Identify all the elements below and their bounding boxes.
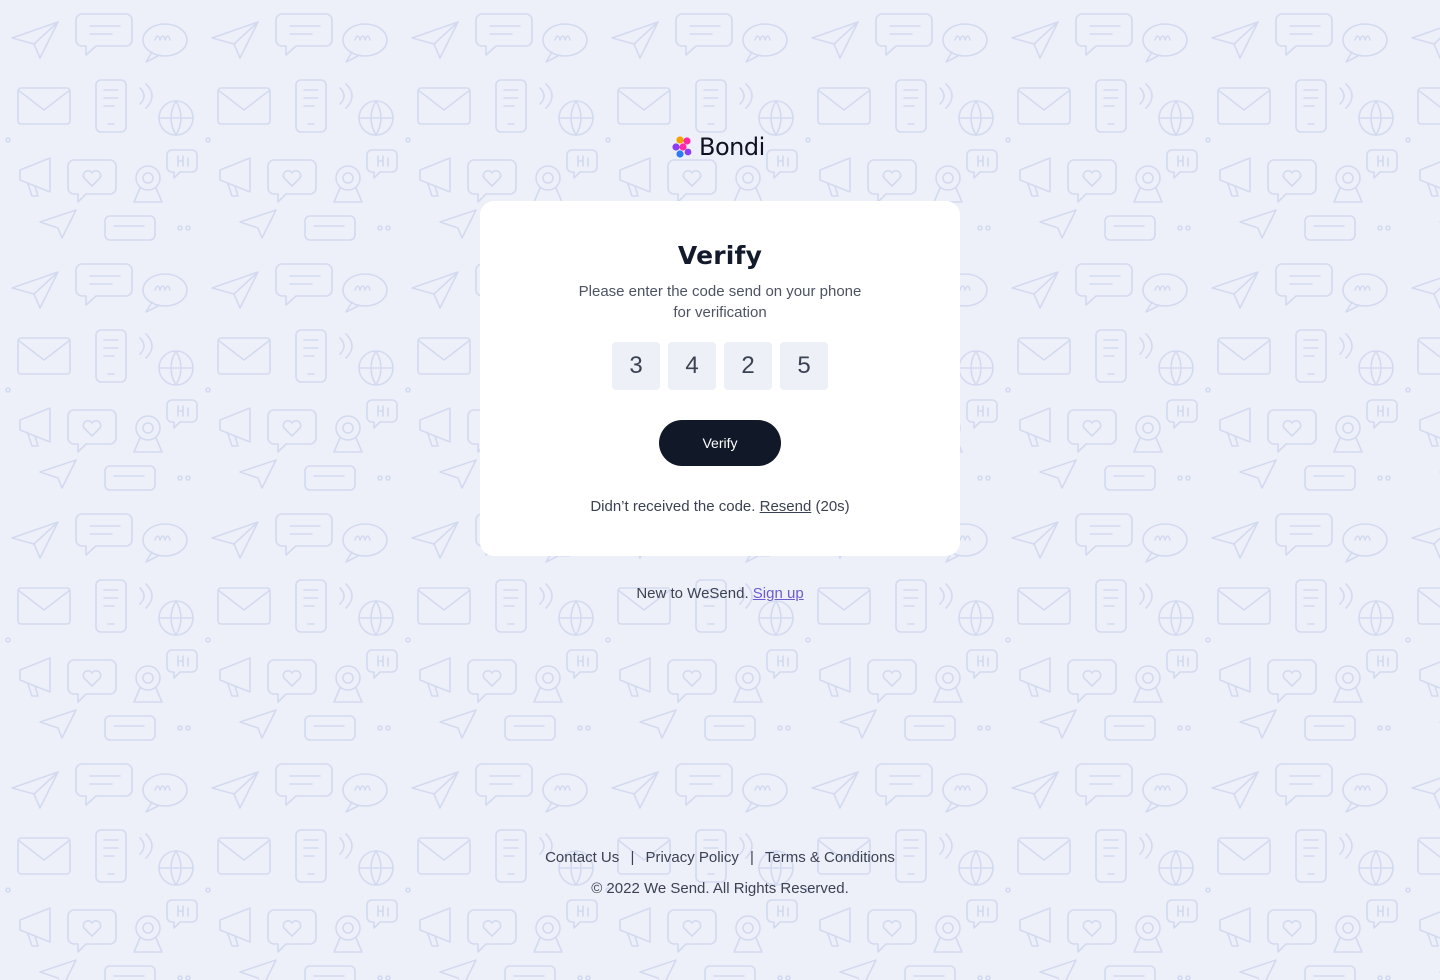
otp-digit-1[interactable]: 3 — [612, 342, 660, 390]
signup-prefix: New to WeSend. — [636, 585, 749, 602]
otp-digit-2[interactable]: 4 — [668, 342, 716, 390]
verify-instructions: Please enter the code send on your phone… — [570, 281, 870, 323]
footer-separator: | — [630, 849, 635, 866]
signup-prompt: New to WeSend. Sign up — [0, 585, 1440, 602]
resend-prompt: Didn’t received the code. Resend (20s) — [480, 498, 960, 515]
otp-code-inputs: 3 4 2 5 — [612, 342, 828, 390]
verify-button[interactable]: Verify — [659, 420, 781, 466]
resend-timer: (20s) — [815, 498, 850, 515]
verify-card: Verify Please enter the code send on you… — [480, 201, 960, 556]
verify-instructions-line-1: Please enter the code send on your phone — [578, 283, 862, 300]
brand-name: Bondi — [699, 133, 765, 161]
verify-instructions-line-2: for verification — [673, 304, 767, 321]
footer-separator: | — [750, 849, 754, 866]
bondi-dots-icon — [672, 136, 692, 158]
signup-link[interactable]: Sign up — [753, 585, 804, 602]
otp-digit-3[interactable]: 2 — [724, 342, 772, 390]
otp-digit-4[interactable]: 5 — [780, 342, 828, 390]
page-title: Verify — [677, 241, 763, 270]
footer-links: Contact Us | Privacy Policy | Terms & Co… — [0, 849, 1440, 866]
resend-link[interactable]: Resend — [760, 498, 812, 515]
copyright-text: © 2022 We Send. All Rights Reserved. — [591, 880, 849, 897]
footer-link-contact[interactable]: Contact Us — [545, 849, 619, 866]
resend-prefix: Didn’t received the code. — [590, 498, 756, 515]
footer-link-privacy[interactable]: Privacy Policy — [646, 849, 739, 866]
brand-logo[interactable]: Bondi — [672, 132, 765, 162]
footer-link-terms[interactable]: Terms & Conditions — [765, 849, 895, 866]
